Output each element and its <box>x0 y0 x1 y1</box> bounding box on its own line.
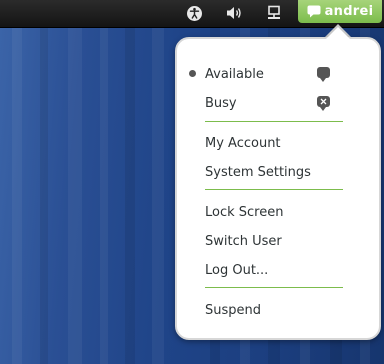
menu-item-suspend[interactable]: Suspend <box>205 299 355 321</box>
user-menu-button[interactable]: andrei <box>298 0 382 23</box>
log-out-label: Log Out... <box>205 262 269 278</box>
separator <box>205 189 343 190</box>
my-account-label: My Account <box>205 135 281 151</box>
lock-screen-label: Lock Screen <box>205 204 284 220</box>
menu-item-log-out[interactable]: Log Out... <box>205 259 355 281</box>
menu-item-switch-user[interactable]: Switch User <box>205 230 355 252</box>
volume-icon[interactable] <box>225 4 243 22</box>
busy-status-icon <box>317 96 330 111</box>
menu-item-my-account[interactable]: My Account <box>205 132 355 154</box>
separator <box>205 121 343 122</box>
suspend-label: Suspend <box>205 302 262 318</box>
menu-item-lock-screen[interactable]: Lock Screen <box>205 201 355 223</box>
available-label: Available <box>205 66 264 82</box>
user-menu: Available Busy My Account System Setting… <box>175 37 381 340</box>
system-settings-label: System Settings <box>205 164 311 180</box>
separator <box>205 287 343 288</box>
menu-item-available[interactable]: Available <box>205 63 355 85</box>
menu-item-busy[interactable]: Busy <box>205 92 355 114</box>
menu-arrow <box>326 27 350 39</box>
accessibility-icon[interactable] <box>185 4 203 22</box>
network-icon[interactable] <box>265 4 283 22</box>
switch-user-label: Switch User <box>205 233 282 249</box>
available-status-icon <box>317 67 330 82</box>
chat-status-icon <box>307 5 321 18</box>
selected-status-bullet <box>189 70 196 77</box>
busy-label: Busy <box>205 95 237 111</box>
menu-item-system-settings[interactable]: System Settings <box>205 161 355 183</box>
user-name: andrei <box>324 4 374 19</box>
